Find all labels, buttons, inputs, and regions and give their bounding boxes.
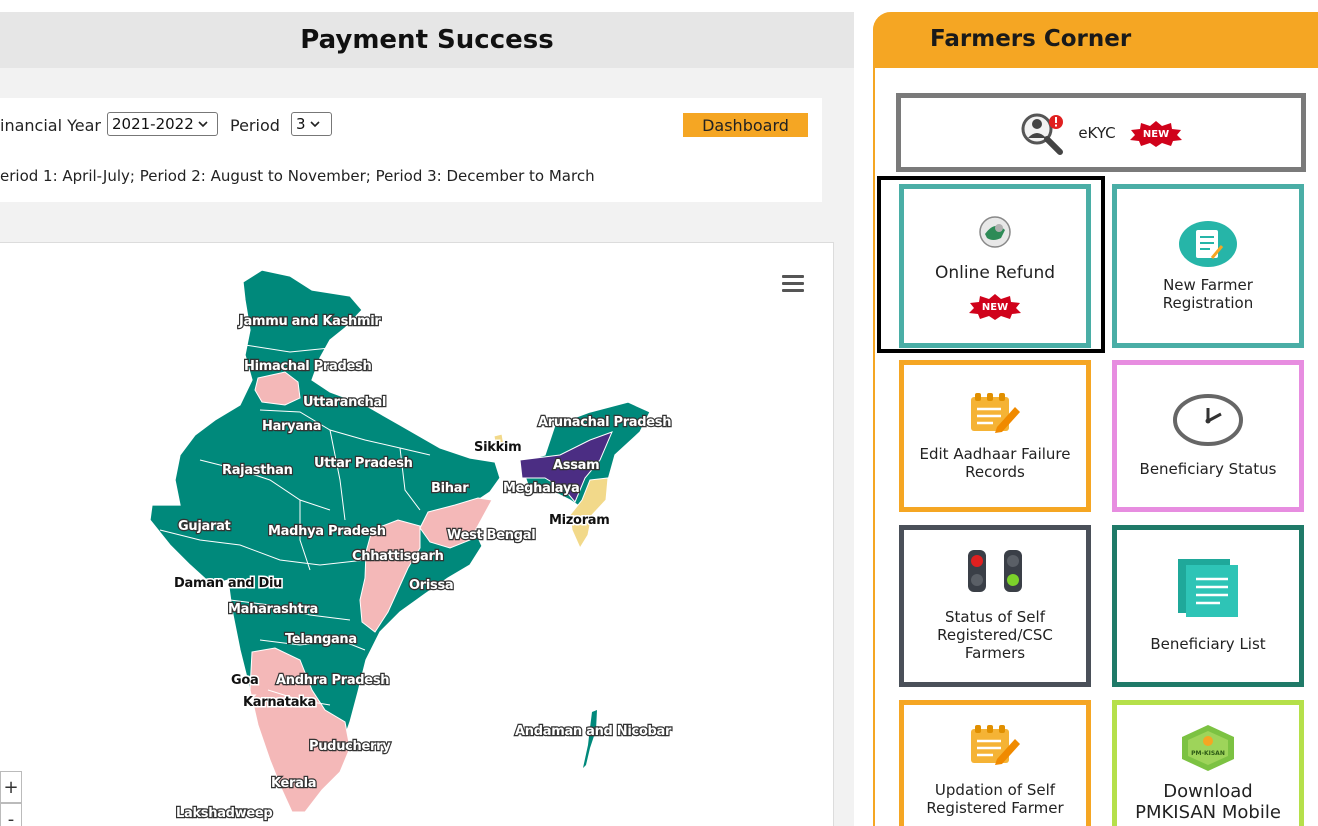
label-andaman-nicobar: Andaman and Nicobar	[515, 724, 672, 739]
label-arunachal-pradesh: Arunachal Pradesh	[538, 415, 671, 430]
download-app-tile[interactable]: PM-KISAN Download PMKISAN Mobile	[1112, 700, 1304, 826]
label-sikkim: Sikkim	[474, 440, 521, 455]
chart-menu-icon[interactable]	[782, 275, 804, 293]
status-self-registered-tile[interactable]: Status of Self Registered/CSC Farmers	[899, 525, 1091, 687]
status-self-registered-label: Status of Self Registered/CSC Farmers	[937, 608, 1053, 662]
traffic-light-icon	[968, 550, 1022, 592]
label-west-bengal: West Bengal	[447, 528, 535, 543]
updation-self-registered-tile[interactable]: Updation of Self Registered Farmer	[899, 700, 1091, 826]
label-chhattisgarh: Chhattisgarh	[352, 549, 444, 564]
refund-icon	[979, 216, 1011, 248]
label-kerala: Kerala	[271, 776, 316, 791]
label-himachal-pradesh: Himachal Pradesh	[244, 359, 371, 374]
edit-aadhaar-label: Edit Aadhaar Failure Records	[919, 445, 1071, 481]
label-assam: Assam	[553, 458, 599, 473]
edit-document-icon	[971, 725, 1020, 765]
search-user-icon	[1021, 113, 1064, 155]
edit-aadhaar-tile[interactable]: Edit Aadhaar Failure Records	[899, 360, 1091, 512]
online-refund-label: Online Refund	[934, 263, 1056, 283]
label-meghalaya: Meghalaya	[503, 481, 579, 496]
label-maharashtra: Maharashtra	[228, 602, 318, 617]
new-badge-text: NEW	[1143, 129, 1169, 140]
period-label: Period	[230, 116, 280, 135]
period-value: 3	[296, 115, 306, 133]
chevron-down-icon	[309, 121, 320, 128]
label-madhya-pradesh: Madhya Pradesh	[268, 524, 386, 539]
india-map[interactable]: Jammu and Kashmir Himachal Pradesh Uttar…	[0, 242, 834, 826]
map-region-andaman[interactable]	[583, 710, 597, 768]
label-daman-diu: Daman and Diu	[174, 576, 282, 591]
label-karnataka: Karnataka	[243, 695, 316, 710]
registration-icon	[1179, 221, 1237, 267]
label-orissa: Orissa	[409, 578, 453, 593]
label-rajasthan: Rajasthan	[222, 463, 293, 478]
edit-document-icon	[971, 393, 1020, 433]
page-title: Payment Success	[0, 12, 854, 68]
dashboard-button[interactable]: Dashboard	[683, 113, 808, 137]
updation-self-registered-label: Updation of Self Registered Farmer	[926, 781, 1064, 817]
label-jammu-kashmir: Jammu and Kashmir	[238, 314, 381, 329]
clock-icon	[1173, 394, 1243, 446]
online-refund-tile[interactable]: Online Refund NEW	[899, 184, 1091, 348]
beneficiary-list-tile[interactable]: Beneficiary List	[1112, 525, 1304, 687]
label-mizoram: Mizoram	[549, 513, 610, 528]
label-uttar-pradesh: Uttar Pradesh	[314, 456, 413, 471]
list-document-icon	[1178, 559, 1238, 617]
farmers-corner-title: Farmers Corner	[930, 26, 1132, 52]
pmkisan-logo-icon: PM-KISAN	[1182, 725, 1234, 771]
chevron-down-icon	[198, 121, 208, 128]
label-gujarat: Gujarat	[178, 519, 231, 534]
label-haryana: Haryana	[262, 419, 321, 434]
period-select[interactable]: 3	[291, 112, 332, 136]
pmkisan-logo-text: PM-KISAN	[1191, 750, 1225, 757]
ekyc-tile[interactable]: eKYC NEW	[896, 93, 1306, 172]
new-farmer-registration-label: New Farmer Registration	[1162, 276, 1254, 312]
beneficiary-status-tile[interactable]: Beneficiary Status	[1112, 360, 1304, 512]
new-badge-text: NEW	[982, 302, 1008, 313]
download-app-label: Download PMKISAN Mobile	[1135, 781, 1281, 823]
zoom-out-button[interactable]: -	[0, 803, 22, 826]
label-uttaranchal: Uttaranchal	[303, 395, 386, 410]
label-bihar: Bihar	[431, 481, 469, 496]
financial-year-label: inancial Year	[0, 116, 101, 135]
new-farmer-registration-tile[interactable]: New Farmer Registration	[1112, 184, 1304, 348]
new-badge-icon: NEW	[1129, 120, 1182, 147]
beneficiary-status-label: Beneficiary Status	[1139, 460, 1277, 478]
ekyc-label: eKYC	[1078, 123, 1116, 142]
financial-year-select[interactable]: 2021-2022	[107, 112, 218, 136]
new-badge-icon: NEW	[969, 294, 1021, 320]
label-telangana: Telangana	[285, 632, 357, 647]
beneficiary-list-label: Beneficiary List	[1150, 635, 1266, 653]
label-puducherry: Puducherry	[309, 739, 391, 754]
label-lakshadweep: Lakshadweep	[176, 806, 272, 821]
financial-year-value: 2021-2022	[112, 115, 194, 133]
period-note: eriod 1: April-July; Period 2: August to…	[0, 167, 595, 185]
zoom-in-button[interactable]: +	[0, 771, 22, 803]
label-andhra-pradesh: Andhra Pradesh	[276, 673, 389, 688]
label-goa: Goa	[231, 673, 258, 688]
